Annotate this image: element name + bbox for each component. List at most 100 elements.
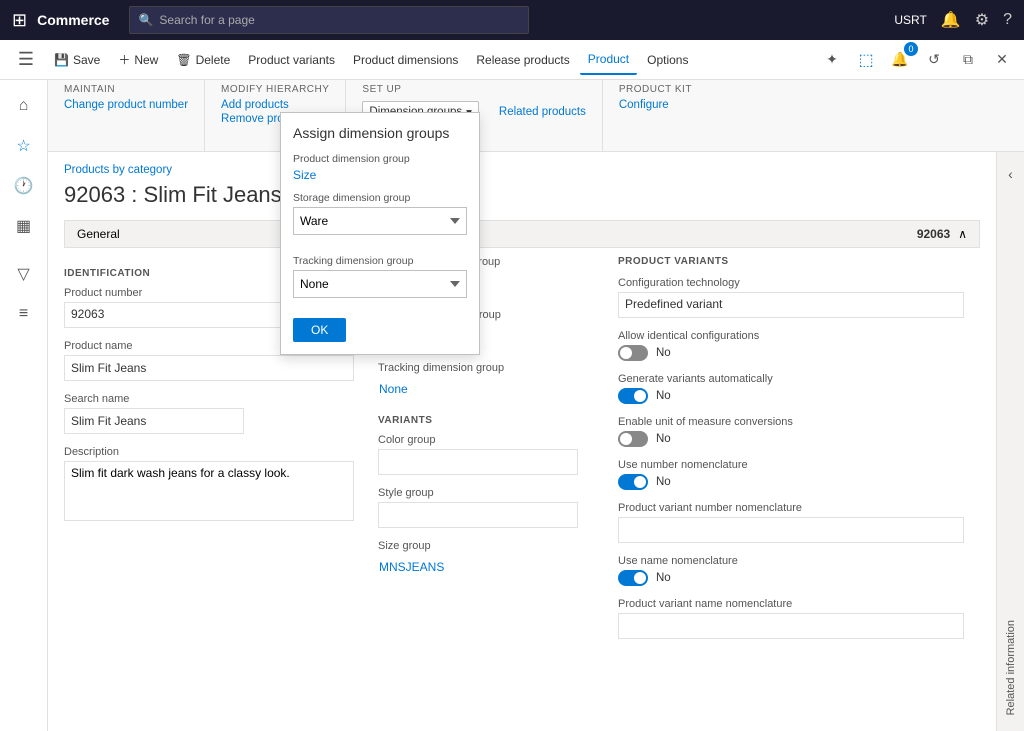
general-section-label: General	[77, 227, 120, 241]
description-group: Description Slim fit dark wash jeans for…	[64, 446, 354, 524]
enable-uom-group: Enable unit of measure conversions No	[618, 416, 964, 447]
options-tab-button[interactable]: Options	[639, 45, 696, 75]
breadcrumb[interactable]: Products by category	[64, 164, 172, 176]
search-name-group: Search name	[64, 393, 354, 434]
product-variant-number-nomenclature-label: Product variant number nomenclature	[618, 502, 964, 514]
enable-uom-toggle[interactable]	[618, 431, 648, 447]
sidebar-filter-icon[interactable]: ▽	[6, 256, 42, 292]
size-group-value[interactable]: MNSJEANS	[378, 555, 578, 581]
save-icon: 💾	[54, 53, 69, 67]
popup-sdg-select-wrap: Ware None SiteWH	[293, 207, 467, 245]
search-icon: 🔍	[138, 13, 153, 27]
allow-identical-no: No	[656, 347, 671, 359]
right-panel-collapse-icon[interactable]: ‹	[1002, 160, 1019, 188]
use-name-nomenclature-toggle[interactable]	[618, 570, 648, 586]
size-group-group: Size group MNSJEANS	[378, 540, 578, 581]
configure-link[interactable]: Configure	[619, 99, 692, 111]
product-variants-button[interactable]: Product variants	[240, 45, 343, 75]
settings-icon[interactable]: ⚙	[975, 10, 989, 30]
bell-icon[interactable]: 🔔	[941, 10, 961, 30]
collapse-icon[interactable]: ∧	[958, 227, 967, 241]
popup-title: Assign dimension groups	[293, 125, 467, 141]
popup-pdg-label: Product dimension group	[293, 153, 467, 165]
general-section-header[interactable]: General 92063 ∧	[64, 220, 980, 248]
description-field-label: Description	[64, 446, 354, 458]
sidebar-home-icon[interactable]: ⌂	[6, 88, 42, 124]
size-group-label: Size group	[378, 540, 578, 552]
add-products-link[interactable]: Add products	[221, 99, 329, 111]
action-bar: Maintain Change product number Modify hi…	[48, 80, 1024, 152]
detach-icon[interactable]: ⧉	[954, 46, 982, 74]
popup-ok-button[interactable]: OK	[293, 318, 346, 342]
use-name-nomenclature-label: Use name nomenclature	[618, 555, 964, 567]
use-name-nomenclature-no: No	[656, 572, 671, 584]
popup-sdg-label: Storage dimension group	[293, 192, 467, 204]
product-variant-name-nomenclature-group: Product variant name nomenclature	[618, 598, 964, 639]
color-group-label: Color group	[378, 434, 578, 446]
use-name-nomenclature-group: Use name nomenclature No	[618, 555, 964, 586]
popup-tdg-select[interactable]: None Serial Batch	[293, 270, 467, 298]
sidebar-list-icon[interactable]: ≡	[6, 296, 42, 332]
search-name-field-label: Search name	[64, 393, 354, 405]
notification-icon[interactable]: 🔔 0	[886, 46, 914, 74]
form-columns: IDENTIFICATION Product number 92063 Prod…	[64, 256, 980, 651]
help-icon[interactable]: ?	[1003, 11, 1012, 29]
save-button[interactable]: 💾 Save	[46, 45, 108, 75]
sidebar-clock-icon[interactable]: 🕐	[6, 168, 42, 204]
popup-tdg-select-wrap: None Serial Batch	[293, 270, 467, 308]
refresh-icon[interactable]: ↺	[920, 46, 948, 74]
setup-label: Set up	[362, 84, 585, 95]
popup-pdg-value: Size	[293, 168, 467, 182]
related-products-link[interactable]: Related products	[499, 106, 586, 118]
menu-toggle-icon[interactable]: ☰	[8, 42, 44, 78]
content-area: Maintain Change product number Modify hi…	[48, 80, 1024, 731]
product-dimensions-button[interactable]: Product dimensions	[345, 45, 466, 75]
delete-icon: 🗑	[176, 53, 191, 67]
product-variant-number-nomenclature-value	[618, 517, 964, 543]
left-sidebar: ⌂ ☆ 🕐 ▦ ▽ ≡	[0, 80, 48, 731]
popup-sdg-select[interactable]: Ware None SiteWH	[293, 207, 467, 235]
product-kit-label: Product kit	[619, 84, 692, 95]
tdg-group: Tracking dimension group None	[378, 362, 578, 403]
dimension-popup: Assign dimension groups Product dimensio…	[280, 112, 480, 355]
app-grid-icon[interactable]: ⊞	[12, 10, 27, 31]
search-name-input[interactable]	[64, 408, 244, 434]
close-icon[interactable]: ✕	[988, 46, 1016, 74]
use-number-nomenclature-toggle[interactable]	[618, 474, 648, 490]
allow-identical-group: Allow identical configurations No	[618, 330, 964, 361]
tdg-value[interactable]: None	[378, 377, 578, 403]
generate-variants-toggle[interactable]	[618, 388, 648, 404]
product-tab-button[interactable]: Product	[580, 45, 637, 75]
color-group-value	[378, 449, 578, 475]
delete-button[interactable]: 🗑 Delete	[168, 45, 238, 75]
config-tech-label: Configuration technology	[618, 277, 964, 289]
release-products-button[interactable]: Release products	[468, 45, 577, 75]
use-number-nomenclature-no: No	[656, 476, 671, 488]
toolbar: ☰ 💾 Save ＋ New 🗑 Delete Product variants…	[0, 40, 1024, 80]
sidebar-calendar-icon[interactable]: ▦	[6, 208, 42, 244]
use-number-nomenclature-group: Use number nomenclature No	[618, 459, 964, 490]
generate-variants-label: Generate variants automatically	[618, 373, 964, 385]
description-textarea[interactable]: Slim fit dark wash jeans for a classy lo…	[64, 461, 354, 521]
product-variant-name-nomenclature-value	[618, 613, 964, 639]
new-icon: ＋	[118, 51, 130, 68]
use-number-nomenclature-label: Use number nomenclature	[618, 459, 964, 471]
sidebar-star-icon[interactable]: ☆	[6, 128, 42, 164]
right-panel-label[interactable]: Related information	[1005, 620, 1017, 715]
tdg-label: Tracking dimension group	[378, 362, 578, 374]
search-placeholder: Search for a page	[159, 13, 254, 27]
color-group-group: Color group	[378, 434, 578, 475]
allow-identical-toggle[interactable]	[618, 345, 648, 361]
global-search-box[interactable]: 🔍 Search for a page	[129, 6, 529, 34]
product-name-input[interactable]	[64, 355, 354, 381]
office-icon[interactable]: ⬚	[852, 46, 880, 74]
new-button[interactable]: ＋ New	[110, 45, 166, 75]
page-content: Products by category 92063 : Slim Fit Je…	[48, 152, 996, 731]
enable-uom-no: No	[656, 433, 671, 445]
user-label: USRT	[894, 13, 926, 27]
popup-tdg-label: Tracking dimension group	[293, 255, 467, 267]
enable-uom-label: Enable unit of measure conversions	[618, 416, 964, 428]
product-kit-group: Product kit Configure	[603, 80, 708, 151]
personalize-icon[interactable]: ✦	[818, 46, 846, 74]
change-product-number-link[interactable]: Change product number	[64, 99, 188, 111]
